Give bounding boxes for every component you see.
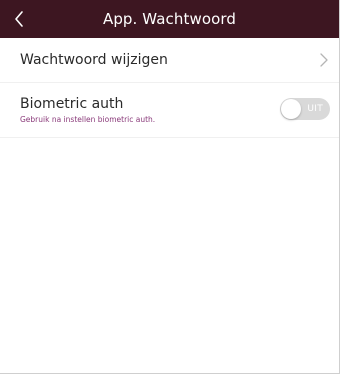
toggle-knob	[281, 99, 301, 119]
app-screen: App. Wachtwoord Wachtwoord wijzigen Biom…	[0, 0, 340, 374]
toggle-state-label: UIT	[307, 104, 323, 114]
biometric-auth-toggle[interactable]: UIT	[280, 98, 330, 120]
app-header: App. Wachtwoord	[0, 0, 339, 38]
change-password-label: Wachtwoord wijzigen	[20, 52, 168, 68]
chevron-left-icon	[15, 11, 23, 27]
biometric-auth-description: Gebruik na instellen biometric auth.	[20, 115, 156, 124]
page-title: App. Wachtwoord	[102, 10, 237, 28]
chevron-right-icon	[320, 53, 328, 67]
back-button[interactable]	[4, 4, 34, 34]
biometric-auth-row: Biometric auth Gebruik na instellen biom…	[0, 83, 339, 138]
biometric-auth-label: Biometric auth	[20, 96, 124, 112]
change-password-row[interactable]: Wachtwoord wijzigen	[0, 38, 339, 83]
